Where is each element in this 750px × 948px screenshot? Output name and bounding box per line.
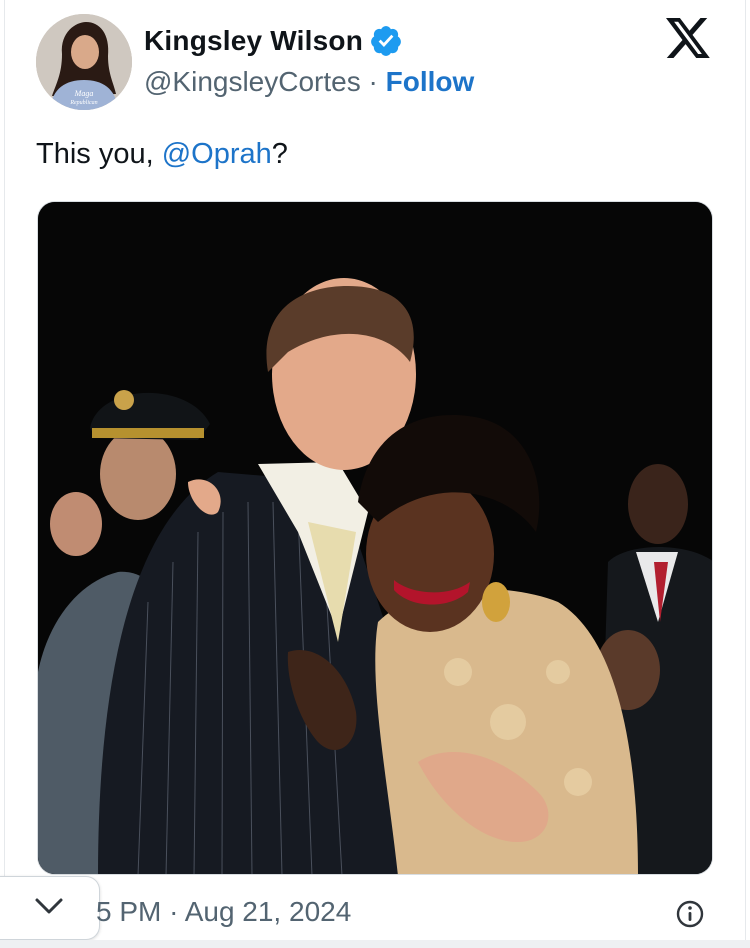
verified-badge-icon (369, 24, 403, 58)
author-handle-row: @KingsleyCortes · Follow (144, 66, 474, 98)
tweet-text-before: This you, (36, 138, 162, 170)
bottom-bar (0, 940, 750, 948)
tweet-timestamp[interactable]: 5 PM · Aug 21, 2024 (96, 896, 351, 928)
collapse-toggle-button[interactable] (0, 876, 100, 940)
tweet-text-after: ? (271, 138, 288, 170)
avatar[interactable]: Maga Republican (36, 14, 132, 110)
svg-text:Maga: Maga (74, 89, 94, 98)
tweet-photo[interactable] (37, 201, 713, 875)
handle-separator: · (368, 66, 386, 97)
avatar-image: Maga Republican (36, 14, 132, 110)
follow-button[interactable]: Follow (386, 66, 475, 97)
author-name-row: Kingsley Wilson (144, 24, 403, 58)
author-handle[interactable]: @KingsleyCortes (144, 66, 361, 97)
mention-link[interactable]: @Oprah (162, 138, 272, 170)
svg-text:Republican: Republican (69, 100, 97, 106)
author-name[interactable]: Kingsley Wilson (144, 25, 363, 57)
info-icon[interactable] (676, 900, 704, 928)
x-logo-icon[interactable] (664, 16, 712, 62)
tweet-text: This you, @Oprah? (36, 138, 288, 171)
chevron-down-icon (34, 897, 64, 920)
